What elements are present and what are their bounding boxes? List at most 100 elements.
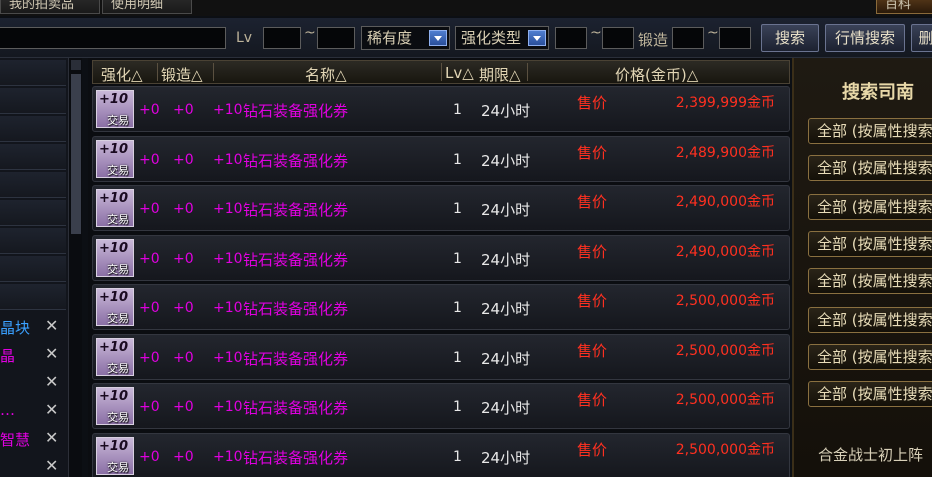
enhance-type-select[interactable]: 强化类型 (455, 26, 549, 50)
cell-sale-status: 售价 (577, 292, 608, 310)
attribute-search-button[interactable]: 全部 (按属性搜索) (808, 344, 932, 370)
enhance-ticket-icon[interactable]: +10 交易 (96, 436, 134, 475)
attribute-search-button[interactable]: 全部 (按属性搜索) (808, 307, 932, 333)
tab-usage-details[interactable]: 使用明细 (102, 0, 192, 14)
close-icon[interactable]: ✕ (45, 372, 58, 391)
cell-period: 24小时 (481, 349, 531, 368)
category-row[interactable] (0, 256, 66, 282)
lv-max-input[interactable] (317, 27, 355, 49)
table-row[interactable]: +10 交易 +0 +0 +10 钻石装备强化券 1 24小时 售价 2,500,000金币 (92, 383, 790, 429)
saved-search-item[interactable]: ✕ (0, 370, 68, 396)
header-name[interactable]: 名称△ (305, 64, 347, 85)
close-icon[interactable]: ✕ (45, 344, 58, 363)
category-row[interactable] (0, 88, 66, 114)
table-row[interactable]: +10 交易 +0 +0 +10 钻石装备强化券 1 24小时 售价 2,490,000金币 (92, 185, 790, 231)
table-row[interactable]: +10 交易 +0 +0 +10 钻石装备强化券 1 24小时 售价 2,500,000金币 (92, 284, 790, 330)
category-scrollbar[interactable] (68, 58, 82, 477)
category-row[interactable] (0, 284, 66, 310)
saved-search-item[interactable]: ✕ (0, 454, 68, 477)
table-row[interactable]: +10 交易 +0 +0 +10 钻石装备强化券 1 24小时 售价 2,500,000金币 (92, 432, 790, 477)
cell-sale-status: 售价 (577, 193, 608, 211)
chevron-down-icon[interactable] (528, 30, 546, 46)
saved-search-item[interactable]: 智慧 ✕ (0, 426, 68, 452)
item-name-search-input[interactable] (0, 27, 226, 49)
enhance-ticket-icon[interactable]: +10 交易 (96, 189, 134, 227)
auction-listing: 强化△ 锻造△ 名称△ Lv△ 期限△ 价格(金币)△ +10 交易 +0 +0 +10… (88, 58, 790, 477)
header-lv[interactable]: Lv△ (445, 64, 474, 82)
close-icon[interactable]: ✕ (45, 400, 58, 419)
enhance-ticket-icon[interactable]: +10 交易 (96, 238, 134, 277)
tab-my-auctions[interactable]: 我的拍卖品 (0, 0, 100, 14)
table-row[interactable]: +10 交易 +0 +0 +10 钻石装备强化券 1 24小时 售价 2,489,900金币 (92, 135, 790, 182)
cell-price: 2,490,000金币 (675, 243, 775, 260)
enhance-ticket-icon[interactable]: +10 交易 (96, 337, 134, 376)
header-period[interactable]: 期限△ (479, 64, 521, 85)
search-guide-panel: 搜索司南 全部 (按属性搜索) 全部 (按属性搜索) 全部 (按属性搜索) 全部… (792, 58, 932, 477)
table-row[interactable]: +10 交易 +0 +0 +10 钻石装备强化券 1 24小时 售价 2,500,000金币 (92, 333, 790, 380)
scroll-thumb[interactable] (71, 74, 81, 234)
table-row[interactable]: +10 交易 +0 +0 +10 钻石装备强化券 1 24小时 售价 2,399,999金币 (92, 86, 790, 132)
cell-enhance: +0 (139, 151, 160, 168)
cell-item-name[interactable]: 钻石装备强化券 (243, 447, 348, 468)
icon-plus-label: +10 (99, 339, 128, 355)
category-row[interactable] (0, 200, 66, 226)
cell-enhance: +0 (139, 201, 160, 217)
attribute-search-button[interactable]: 全部 (按属性搜索) (808, 268, 932, 294)
header-forge[interactable]: 锻造△ (161, 64, 203, 85)
attribute-search-button[interactable]: 全部 (按属性搜索) (808, 231, 932, 257)
market-search-button[interactable]: 行情搜索 (825, 24, 905, 52)
enhance-ticket-icon[interactable]: +10 交易 (96, 387, 134, 425)
enhance-ticket-icon[interactable]: +10 交易 (96, 139, 134, 178)
category-row[interactable] (0, 172, 66, 198)
rarity-select[interactable]: 稀有度 (361, 26, 450, 50)
cell-sale-status: 售价 (577, 143, 608, 162)
forge-max-input[interactable] (719, 27, 751, 49)
attribute-search-button[interactable]: 全部 (按属性搜索) (808, 118, 932, 144)
cell-period: 24小时 (481, 102, 531, 120)
category-row[interactable] (0, 228, 66, 254)
close-icon[interactable]: ✕ (45, 456, 58, 475)
saved-search-item[interactable]: 晶块 ✕ (0, 314, 68, 340)
category-row[interactable] (0, 144, 66, 170)
saved-search-item[interactable]: … ✕ (0, 398, 68, 424)
header-enhance[interactable]: 强化△ (101, 64, 143, 85)
cell-forge: +0 (173, 151, 194, 168)
extra-button[interactable]: 删 (911, 24, 932, 52)
cell-forge: +0 (173, 448, 194, 465)
enhance-ticket-icon[interactable]: +10 交易 (96, 288, 134, 326)
enhance-type-select-value: 强化类型 (461, 29, 522, 47)
cell-lv: 1 (453, 201, 462, 217)
icon-trade-label: 交易 (107, 163, 129, 177)
cell-plus: +10 (213, 300, 243, 316)
cell-item-name[interactable]: 钻石装备强化券 (243, 298, 348, 319)
scroll-up-icon[interactable] (71, 60, 81, 70)
close-icon[interactable]: ✕ (45, 428, 58, 447)
category-row[interactable] (0, 116, 66, 142)
attribute-search-button[interactable]: 全部 (按属性搜索) (808, 381, 932, 407)
enhance-ticket-icon[interactable]: +10 交易 (96, 90, 134, 128)
category-row[interactable] (0, 60, 66, 86)
attribute-search-button[interactable]: 全部 (按属性搜索) (808, 155, 932, 181)
tab-encyclopedia[interactable]: 百科 (876, 0, 932, 14)
chevron-down-icon[interactable] (429, 30, 447, 46)
forge-min-input[interactable] (672, 27, 704, 49)
cell-item-name[interactable]: 钻石装备强化券 (243, 348, 348, 369)
enhance-min-input[interactable] (555, 27, 587, 49)
cell-period: 24小时 (481, 448, 531, 467)
cell-item-name[interactable]: 钻石装备强化券 (243, 100, 348, 121)
cell-item-name[interactable]: 钻石装备强化券 (243, 397, 348, 418)
cell-item-name[interactable]: 钻石装备强化券 (243, 150, 348, 171)
enhance-max-input[interactable] (602, 27, 634, 49)
table-row[interactable]: +10 交易 +0 +0 +10 钻石装备强化券 1 24小时 售价 2,490,000金币 (92, 234, 790, 281)
saved-search-item[interactable]: 晶 ✕ (0, 342, 68, 368)
cell-lv: 1 (453, 448, 462, 465)
cell-forge: +0 (173, 250, 194, 267)
cell-plus: +10 (213, 349, 243, 366)
cell-item-name[interactable]: 钻石装备强化券 (243, 249, 348, 270)
lv-min-input[interactable] (263, 27, 301, 49)
attribute-search-button[interactable]: 全部 (按属性搜索) (808, 194, 932, 220)
close-icon[interactable]: ✕ (45, 316, 58, 335)
cell-item-name[interactable]: 钻石装备强化券 (243, 199, 348, 220)
header-price[interactable]: 价格(金币)△ (615, 64, 698, 85)
search-button[interactable]: 搜索 (761, 24, 819, 52)
